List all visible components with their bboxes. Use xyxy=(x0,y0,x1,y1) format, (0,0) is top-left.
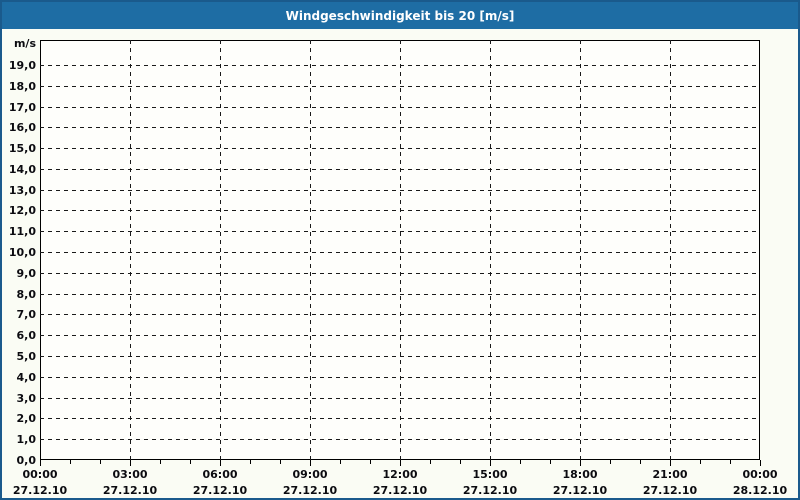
y-axis-tick-label: 1,0 xyxy=(16,433,37,447)
x-axis-minor-tick xyxy=(370,460,371,464)
x-axis-time-label: 18:00 xyxy=(562,468,598,481)
x-axis-date-label: 27.12.10 xyxy=(462,484,518,497)
y-axis-tick-label: 15,0 xyxy=(8,142,36,156)
y-axis-tick-label: 9,0 xyxy=(16,266,37,280)
x-gridline xyxy=(220,40,221,460)
chart-title: Windgeschwindigkeit bis 20 [m/s] xyxy=(285,8,515,23)
x-axis-time-label: 00:00 xyxy=(22,468,58,481)
x-axis-major-tick xyxy=(220,460,221,466)
x-axis-time-label: 12:00 xyxy=(382,468,418,481)
x-gridline xyxy=(670,40,671,460)
y-axis-tick-label: 16,0 xyxy=(8,121,36,135)
x-axis-minor-tick xyxy=(430,460,431,464)
x-axis-major-tick xyxy=(310,460,311,466)
y-axis-tick-label: 12,0 xyxy=(8,204,36,218)
x-axis-major-tick xyxy=(400,460,401,466)
x-axis-time-label: 09:00 xyxy=(292,468,328,481)
y-axis-unit-label: m/s xyxy=(13,37,36,50)
y-axis-tick-label: 13,0 xyxy=(8,183,36,197)
y-axis-tick-label: 7,0 xyxy=(16,308,37,322)
x-axis-minor-tick xyxy=(640,460,641,464)
x-axis-minor-tick xyxy=(250,460,251,464)
x-axis-major-tick xyxy=(40,460,41,466)
y-axis-tick-label: 10,0 xyxy=(8,246,36,260)
x-axis-date-label: 27.12.10 xyxy=(12,484,68,497)
y-axis-tick-label: 11,0 xyxy=(8,225,36,239)
y-axis-tick-label: 17,0 xyxy=(8,100,36,114)
x-axis-date-label: 27.12.10 xyxy=(192,484,248,497)
x-axis-date-label: 28.12.10 xyxy=(732,484,788,497)
x-axis-time-label: 21:00 xyxy=(652,468,688,481)
x-axis-major-tick xyxy=(670,460,671,466)
x-axis-major-tick xyxy=(490,460,491,466)
x-axis-minor-tick xyxy=(730,460,731,464)
x-axis-time-label: 15:00 xyxy=(472,468,508,481)
x-axis-minor-tick xyxy=(190,460,191,464)
x-axis-time-label: 03:00 xyxy=(112,468,148,481)
x-gridline xyxy=(130,40,131,460)
x-axis-minor-tick xyxy=(70,460,71,464)
chart-canvas: m/s 0,0 1,0 2,0 3,0 4,0 5,0 6,0 7,0 8,0 9,0 10,0 11… xyxy=(2,29,798,498)
y-axis-tick-label: 18,0 xyxy=(8,79,36,93)
x-axis-minor-tick xyxy=(610,460,611,464)
x-gridline xyxy=(580,40,581,460)
chart-window: Windgeschwindigkeit bis 20 [m/s] m/s 0,0… xyxy=(0,0,800,500)
x-axis-minor-tick xyxy=(100,460,101,464)
y-axis-tick-label: 3,0 xyxy=(16,391,37,405)
y-axis-tick-label: 14,0 xyxy=(8,162,36,176)
x-gridline xyxy=(490,40,491,460)
x-axis-date-label: 27.12.10 xyxy=(372,484,428,497)
x-axis-major-tick xyxy=(760,460,761,466)
x-axis-time-label: 06:00 xyxy=(202,468,238,481)
x-axis-minor-tick xyxy=(160,460,161,464)
y-axis-tick-label: 19,0 xyxy=(8,58,36,72)
y-axis-tick-label: 5,0 xyxy=(16,350,37,364)
y-axis-tick-label: 0,0 xyxy=(16,454,37,467)
y-axis-tick-label: 2,0 xyxy=(16,412,37,426)
x-axis-major-tick xyxy=(580,460,581,466)
y-axis-tick-label: 8,0 xyxy=(16,287,37,301)
x-axis-date-label: 27.12.10 xyxy=(642,484,698,497)
x-axis-minor-tick xyxy=(520,460,521,464)
x-gridline xyxy=(400,40,401,460)
y-axis-tick-label: 4,0 xyxy=(16,370,37,384)
x-axis-major-tick xyxy=(130,460,131,466)
x-axis-date-label: 27.12.10 xyxy=(552,484,608,497)
x-axis-time-label: 00:00 xyxy=(742,468,778,481)
chart-title-bar: Windgeschwindigkeit bis 20 [m/s] xyxy=(2,2,798,29)
x-gridline xyxy=(310,40,311,460)
x-axis-minor-tick xyxy=(700,460,701,464)
x-axis-minor-tick xyxy=(460,460,461,464)
x-axis-minor-tick xyxy=(550,460,551,464)
x-axis-date-label: 27.12.10 xyxy=(102,484,158,497)
y-axis-tick-label: 6,0 xyxy=(16,329,37,343)
x-axis-minor-tick xyxy=(280,460,281,464)
x-axis-date-label: 27.12.10 xyxy=(282,484,338,497)
x-axis-minor-tick xyxy=(340,460,341,464)
